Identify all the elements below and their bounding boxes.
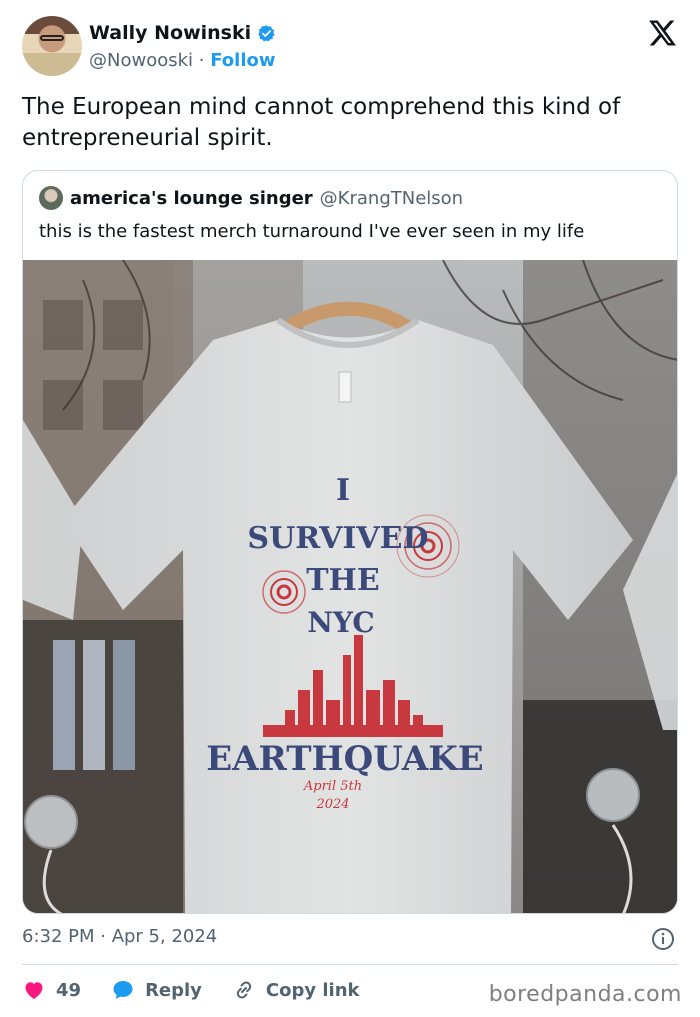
quoted-tweet[interactable]: america's lounge singer @KrangTNelson th… xyxy=(22,170,678,914)
verified-badge-icon xyxy=(258,24,275,41)
shirt-text-date: April 5th xyxy=(303,779,362,794)
tweet-actions: 49 Reply Copy link xyxy=(22,975,390,1005)
reply-bubble-icon xyxy=(113,981,133,999)
copy-link-label: Copy link xyxy=(265,979,360,1001)
reply-button[interactable]: Reply xyxy=(111,978,202,1002)
x-logo-icon[interactable] xyxy=(648,18,678,48)
author-handle-row: @Nowooski · Follow xyxy=(89,50,276,71)
info-icon[interactable] xyxy=(651,927,675,951)
tweet-text: The European mind cannot comprehend this… xyxy=(22,94,621,151)
follow-button[interactable]: Follow xyxy=(210,50,275,71)
shirt-text-line2: SURVIVED xyxy=(247,521,428,556)
photo-illustration: I SURVIVED THE NYC EARTHQUAKE April 5th … xyxy=(23,260,677,913)
author-name[interactable]: Wally Nowinski xyxy=(89,22,251,44)
like-count: 49 xyxy=(56,979,82,1001)
suction-cup-left xyxy=(24,795,78,849)
quoted-tweet-header: america's lounge singer @KrangTNelson xyxy=(39,186,463,210)
quoted-tweet-text: this is the fastest merch turnaround I'v… xyxy=(39,221,585,242)
author-name-row: Wally Nowinski xyxy=(89,22,276,44)
like-button[interactable]: 49 xyxy=(22,978,81,1002)
shirt-text-line1: I xyxy=(336,473,350,508)
watermark: boredpanda.com xyxy=(488,982,682,1007)
suction-cup-right xyxy=(586,768,640,822)
shirt-text-line5: EARTHQUAKE xyxy=(206,739,483,779)
quoted-author-name: america's lounge singer xyxy=(70,187,313,209)
quoted-author-handle: @KrangTNelson xyxy=(319,187,464,209)
quoted-author-avatar xyxy=(39,186,63,210)
tweet-photo[interactable]: I SURVIVED THE NYC EARTHQUAKE April 5th … xyxy=(23,260,677,913)
heart-icon xyxy=(25,982,43,999)
tweet-header: Wally Nowinski @Nowooski · Follow xyxy=(22,16,682,80)
shirt-text-line4: NYC xyxy=(307,606,374,639)
reply-label: Reply xyxy=(145,979,202,1001)
shirt-text-year: 2024 xyxy=(315,797,349,812)
actions-divider xyxy=(22,964,678,965)
author-handle[interactable]: @Nowooski xyxy=(89,50,193,71)
avatar-glasses xyxy=(40,35,64,41)
shirt-text-line3: THE xyxy=(306,563,380,598)
link-icon xyxy=(236,981,252,999)
tweet-timestamp[interactable]: 6:32 PM · Apr 5, 2024 xyxy=(22,926,217,947)
copy-link-button[interactable]: Copy link xyxy=(232,978,360,1002)
author-avatar[interactable] xyxy=(22,16,82,76)
handle-separator: · xyxy=(198,50,205,71)
